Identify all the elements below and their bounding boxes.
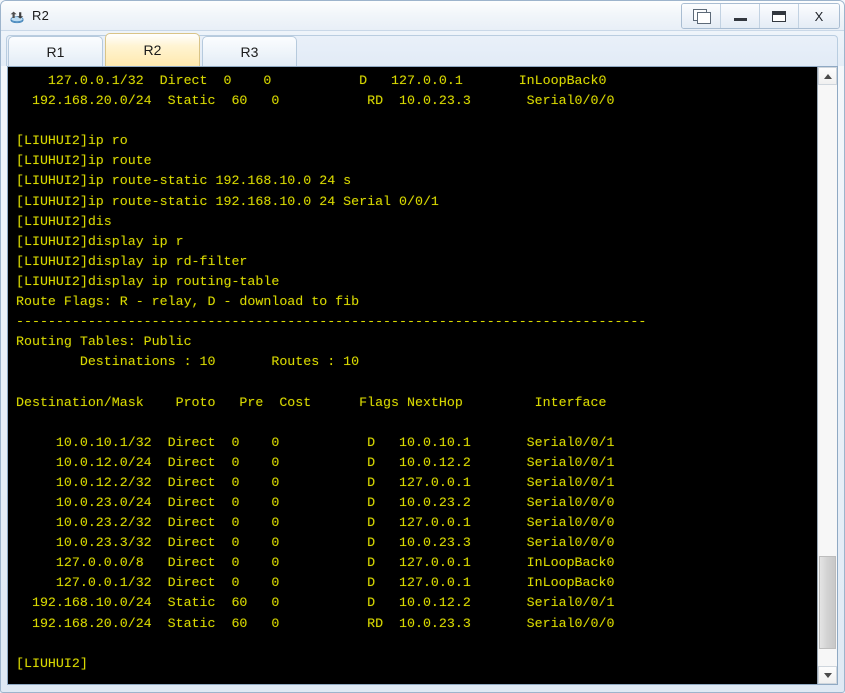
scroll-up-button[interactable] xyxy=(818,67,837,85)
chevron-down-icon xyxy=(823,672,832,678)
close-button[interactable]: X xyxy=(799,4,839,28)
title-bar: R2 X xyxy=(1,1,844,31)
window-title: R2 xyxy=(32,7,50,23)
scrollbar-thumb[interactable] xyxy=(819,555,836,649)
app-root: R2 X R1 R2 R3 127.0.0.1/32 Direct 0 0 D … xyxy=(0,0,845,693)
terminal-scrollbar[interactable] xyxy=(817,67,837,684)
scrollbar-track[interactable] xyxy=(818,85,837,666)
title-bar-left: R2 xyxy=(8,8,49,24)
restore-windows-button[interactable] xyxy=(682,4,721,28)
router-icon xyxy=(8,8,26,24)
restore-icon xyxy=(692,9,711,24)
tab-r3-label: R3 xyxy=(240,43,259,60)
close-icon: X xyxy=(814,8,824,24)
terminal-area: 127.0.0.1/32 Direct 0 0 D 127.0.0.1 InLo… xyxy=(7,66,838,685)
minimize-icon xyxy=(733,18,747,21)
tab-list: R1 R2 R3 xyxy=(8,33,299,66)
terminal-output: 127.0.0.1/32 Direct 0 0 D 127.0.0.1 InLo… xyxy=(16,73,647,671)
maximize-button[interactable] xyxy=(760,4,799,28)
terminal-console[interactable]: 127.0.0.1/32 Direct 0 0 D 127.0.0.1 InLo… xyxy=(8,67,817,684)
tab-strip: R1 R2 R3 xyxy=(1,31,844,66)
chevron-up-icon xyxy=(823,73,832,79)
maximize-icon xyxy=(772,10,786,22)
window-controls: X xyxy=(681,3,840,29)
tab-r1[interactable]: R1 xyxy=(8,36,103,66)
tab-r2[interactable]: R2 xyxy=(105,33,200,66)
tab-r2-label: R2 xyxy=(143,42,162,58)
scroll-down-button[interactable] xyxy=(818,666,837,684)
tab-r1-label: R1 xyxy=(46,43,65,60)
terminal-window: R2 X R1 R2 R3 127.0.0.1/32 Direct 0 0 D … xyxy=(0,0,845,693)
tab-r3[interactable]: R3 xyxy=(202,36,297,66)
minimize-button[interactable] xyxy=(721,4,760,28)
